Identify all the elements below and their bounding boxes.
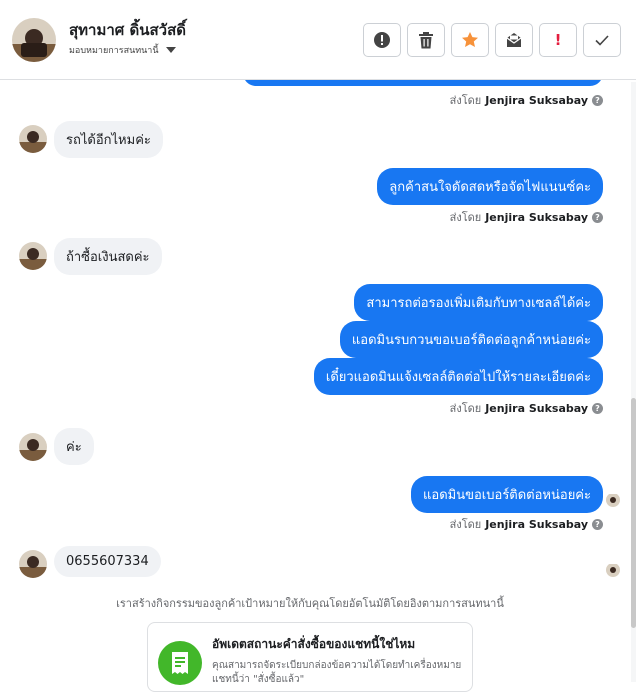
card-description: คุณสามารถจัดระเบียบกล่องข้อความได้โดยทำเ… [212, 660, 462, 685]
message-bubble-incoming[interactable]: ถ้าซื้อเงินสดค่ะ [54, 238, 162, 275]
message-bubble-incoming[interactable]: ค่ะ [54, 428, 94, 465]
sender-name: Jenjira Suksabay [485, 210, 588, 224]
contact-avatar[interactable] [12, 18, 56, 62]
message-bubble-incoming[interactable]: 0655607334 [54, 546, 161, 577]
sent-by-line: ส่งโดย Jenjira Suksabay ? [450, 208, 603, 226]
contact-name[interactable]: สุทามาศ ดิ้นสวัสดิ์ [69, 18, 186, 42]
scrollbar-thumb[interactable] [631, 398, 636, 628]
message-bubble-outgoing[interactable]: เดี๋ยวแอดมินแจ้งเซลล์ติดต่อไปให้รายละเอี… [313, 358, 603, 395]
assign-conversation-dropdown[interactable]: มอบหมายการสนทนานี้ [69, 43, 176, 57]
message-bubble-outgoing[interactable]: สามารถต่อรองเพิ่มเติมกับทางเซลล์ได้ค่ะ [354, 284, 603, 321]
assign-label: มอบหมายการสนทนานี้ [69, 46, 159, 56]
star-icon [462, 32, 478, 47]
check-icon [595, 35, 609, 46]
message-bubble-outgoing[interactable] [243, 80, 603, 86]
help-icon[interactable]: ? [592, 94, 603, 106]
sent-by-prefix: ส่งโดย [449, 518, 482, 531]
contact-avatar-small [19, 433, 47, 461]
caret-down-icon [165, 47, 176, 53]
spam-icon: ! [554, 31, 562, 49]
sent-by-line: ส่งโดย Jenjira Suksabay ? [450, 515, 603, 533]
done-button[interactable] [583, 23, 621, 57]
info-icon [374, 32, 390, 48]
message-bubble-outgoing[interactable]: แอดมินรบกวนขอเบอร์ติดต่อลูกค้าหน่อยค่ะ [339, 321, 603, 358]
sender-name: Jenjira Suksabay [485, 517, 588, 531]
sent-by-prefix: ส่งโดย [449, 211, 482, 224]
message-bubble-incoming[interactable]: รถได้อีกไหมค่ะ [54, 121, 163, 158]
trash-icon [419, 31, 433, 48]
sent-by-prefix: ส่งโดย [449, 402, 482, 415]
order-status-card[interactable]: อัพเดตสถานะคำสั่งซื้อของแชทนี้ใช่ไหม คุณ… [147, 622, 473, 692]
contact-avatar-small [19, 242, 47, 270]
delete-button[interactable] [407, 23, 445, 57]
conversation-toolbar: ! [363, 23, 621, 57]
card-title: อัพเดตสถานะคำสั่งซื้อของแชทนี้ใช่ไหม [212, 637, 416, 651]
message-bubble-outgoing[interactable]: ลูกค้าสนใจดัดสดหรือจัดไฟแนนซ์คะ [377, 168, 603, 205]
activity-note: เราสร้างกิจกรรมของลูกค้าเป้าหมายให้กับคุ… [116, 597, 504, 610]
receipt-icon [158, 641, 202, 685]
help-icon[interactable]: ? [592, 518, 603, 530]
contact-avatar-small [19, 125, 47, 153]
help-icon[interactable]: ? [592, 211, 603, 223]
spam-button[interactable]: ! [539, 23, 577, 57]
star-button[interactable] [451, 23, 489, 57]
sender-name: Jenjira Suksabay [485, 93, 588, 107]
seen-indicator-avatar [606, 493, 620, 507]
info-button[interactable] [363, 23, 401, 57]
conversation-header: สุทามาศ ดิ้นสวัสดิ์ มอบหมายการสนทนานี้ ! [0, 0, 636, 80]
mark-unread-button[interactable] [495, 23, 533, 57]
contact-avatar-small [19, 550, 47, 578]
sender-name: Jenjira Suksabay [485, 401, 588, 415]
sent-by-line: ส่งโดย Jenjira Suksabay ? [450, 91, 603, 109]
envelope-icon [506, 33, 522, 47]
sent-by-prefix: ส่งโดย [449, 94, 482, 107]
sent-by-line: ส่งโดย Jenjira Suksabay ? [450, 399, 603, 417]
message-bubble-outgoing[interactable]: แอดมินขอเบอร์ติดต่อหน่อยค่ะ [411, 476, 603, 513]
help-icon[interactable]: ? [592, 402, 603, 414]
seen-indicator-avatar [606, 563, 620, 577]
